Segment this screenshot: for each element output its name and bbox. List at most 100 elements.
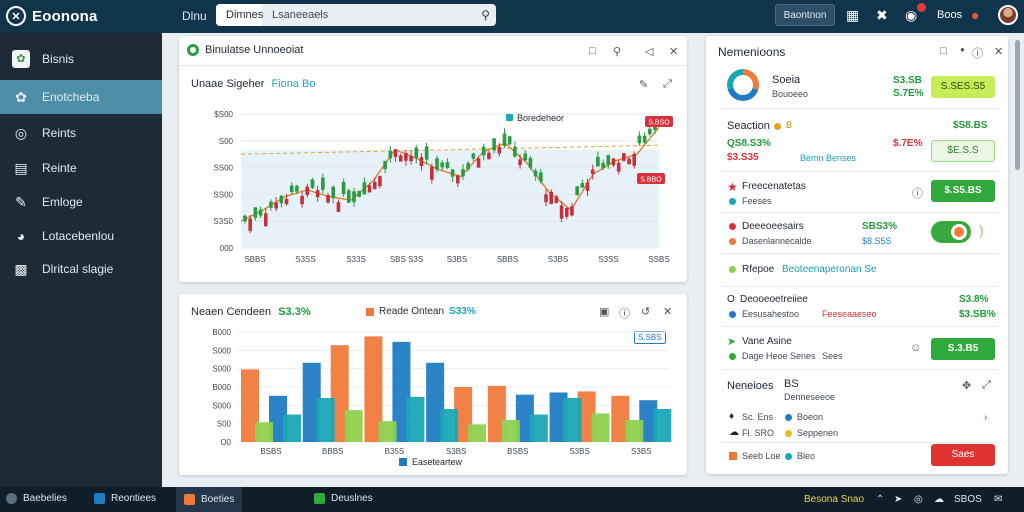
candle-body bbox=[445, 162, 450, 168]
row-label: Soeia bbox=[772, 74, 801, 86]
donut-icon bbox=[727, 69, 759, 101]
save-button[interactable]: Saes bbox=[931, 444, 995, 466]
taskbar: Baebelies Reontiees Boeties Deuslnes Bes… bbox=[0, 487, 1024, 512]
row-change: $.7E% bbox=[893, 138, 923, 149]
cloud-icon[interactable]: ☁ bbox=[934, 494, 944, 505]
candle-body bbox=[554, 196, 559, 204]
sidebar-item-reinte[interactable]: ▤ Reinte bbox=[0, 151, 162, 185]
x-tick-label: S3SS bbox=[598, 255, 618, 264]
candle-body bbox=[393, 149, 398, 157]
sidebar-item-dlritcal[interactable]: ▩ Dlritcal slagie bbox=[0, 252, 162, 286]
candle-body bbox=[627, 158, 631, 165]
user-name[interactable]: Boos bbox=[937, 9, 962, 21]
workspace-label[interactable]: Dlnu bbox=[182, 9, 207, 23]
lock-icon[interactable]: ▣ bbox=[599, 305, 609, 318]
search-input[interactable] bbox=[266, 4, 466, 26]
candle-body bbox=[248, 218, 252, 231]
info-icon[interactable]: ⓘ bbox=[972, 45, 983, 61]
taskbar-item[interactable]: Baebelies bbox=[6, 493, 67, 504]
bar bbox=[591, 413, 610, 442]
bar-legend: Reade Ontean S33% bbox=[366, 306, 476, 317]
scrollbar[interactable] bbox=[1015, 40, 1020, 170]
legend-swatch bbox=[506, 114, 513, 121]
info-icon[interactable]: ⓘ bbox=[619, 305, 630, 321]
search-scope[interactable]: Dimnes bbox=[216, 4, 263, 26]
candle-body bbox=[289, 185, 294, 193]
taskbar-item[interactable]: Deuslnes bbox=[314, 493, 373, 504]
zoom-icon[interactable]: ⚲ bbox=[613, 45, 621, 58]
candle-body bbox=[466, 163, 470, 170]
status-dot bbox=[729, 198, 736, 205]
y-tick-label: O0 bbox=[220, 438, 231, 447]
copy-icon[interactable]: □ bbox=[589, 45, 596, 57]
row-sub: Senes bbox=[790, 351, 816, 361]
expand-icon[interactable]: ⤢ bbox=[663, 78, 672, 91]
collapse-icon[interactable]: ⤢ bbox=[982, 379, 991, 392]
candle-body bbox=[523, 153, 528, 161]
copy-icon[interactable]: □ bbox=[940, 45, 947, 57]
move-icon[interactable]: ✥ bbox=[962, 379, 971, 392]
chevron-up-icon[interactable]: ⌃ bbox=[876, 494, 884, 505]
toggle-switch[interactable] bbox=[931, 221, 971, 243]
x-tick-label: S33S bbox=[346, 255, 366, 264]
candle-body bbox=[559, 205, 564, 219]
candle-body bbox=[642, 135, 647, 143]
send-icon[interactable]: ➤ bbox=[894, 494, 902, 505]
search-bar[interactable]: Dimnes ⚲ bbox=[216, 4, 496, 26]
compass-icon: ◕ bbox=[16, 228, 26, 244]
close-icon[interactable]: ✕ bbox=[669, 45, 678, 58]
back-icon[interactable]: ◁ bbox=[645, 45, 653, 58]
grid-icon[interactable]: ▦ bbox=[846, 7, 859, 23]
sidebar-item-reints[interactable]: ◎ Reints bbox=[0, 116, 162, 150]
bar-chart-icon: ▩ bbox=[14, 260, 28, 277]
candle-body bbox=[580, 183, 585, 188]
search-icon[interactable]: ⚲ bbox=[481, 8, 490, 22]
candle-body bbox=[549, 191, 554, 204]
row-action-button[interactable]: S.3.B5 bbox=[931, 338, 995, 360]
bell-icon[interactable]: ◉ bbox=[905, 7, 917, 23]
app-icon bbox=[314, 493, 325, 504]
mic-icon[interactable]: ◎ bbox=[914, 494, 923, 505]
sidebar-item-bisnis[interactable]: ✿ Bisnis bbox=[0, 42, 162, 76]
y-tick-label: B000 bbox=[212, 328, 231, 337]
tools-icon[interactable]: ✖ bbox=[876, 7, 888, 23]
header-button[interactable]: Baontnon bbox=[775, 4, 835, 26]
candle-body bbox=[284, 198, 289, 205]
sidebar-item-lotacebenlou[interactable]: ◕ Lotacebenlou bbox=[0, 219, 162, 253]
bar bbox=[283, 414, 301, 442]
cloud-icon: ☁ bbox=[729, 427, 739, 438]
app-logo[interactable]: ✕ Eoonona bbox=[6, 6, 98, 26]
edit-icon[interactable]: ✎ bbox=[639, 78, 648, 91]
legend-item: Boeon bbox=[797, 412, 824, 422]
smile-icon[interactable]: ☺ bbox=[910, 342, 921, 354]
close-icon[interactable]: ✕ bbox=[994, 45, 1003, 58]
bar bbox=[501, 420, 520, 442]
candle-body bbox=[575, 186, 579, 196]
sidebar-item-enotcheba[interactable]: ✿ Enotcheba bbox=[0, 80, 162, 114]
right-panel: Nemenioons □ ● ⓘ ✕ bbox=[706, 36, 1008, 474]
candle-body bbox=[518, 159, 522, 166]
close-icon[interactable]: ✕ bbox=[663, 305, 672, 318]
sidebar-item-label: Lotacebenlou bbox=[42, 229, 115, 243]
legend-item: Sc. Ens bbox=[742, 412, 774, 422]
notifications-icon[interactable]: ✉ bbox=[994, 494, 1002, 505]
y-tick-label: S00 bbox=[217, 420, 232, 429]
taskbar-item-active[interactable]: Boeties bbox=[176, 487, 243, 512]
x-tick-label: SBBS bbox=[497, 255, 518, 264]
taskbar-item[interactable]: Reontiees bbox=[94, 493, 156, 504]
sidebar: ✿ Bisnis ✿ Enotcheba ◎ Reints ▤ Reinte ✎… bbox=[0, 33, 162, 487]
pin-icon[interactable]: ● bbox=[960, 45, 965, 54]
refresh-icon[interactable]: ↺ bbox=[641, 305, 650, 318]
candle-body bbox=[263, 213, 268, 227]
app-name: Eoonona bbox=[32, 7, 98, 25]
info-icon[interactable]: ⓘ bbox=[912, 185, 923, 201]
row-action-button[interactable]: S.SES.S5 bbox=[931, 76, 995, 98]
sidebar-item-emloge[interactable]: ✎ Emloge bbox=[0, 185, 162, 219]
row-action-button[interactable]: $.S5.BS bbox=[931, 180, 995, 202]
avatar[interactable] bbox=[998, 5, 1018, 25]
clock: SBOS bbox=[954, 494, 982, 505]
bar-panel-title: Neaen Cendeen S3.3% bbox=[191, 306, 311, 318]
x-tick-label: S3BS bbox=[569, 447, 589, 456]
status-icon[interactable]: ● bbox=[971, 7, 979, 23]
row-action-button[interactable]: $E.S.S bbox=[931, 140, 995, 162]
